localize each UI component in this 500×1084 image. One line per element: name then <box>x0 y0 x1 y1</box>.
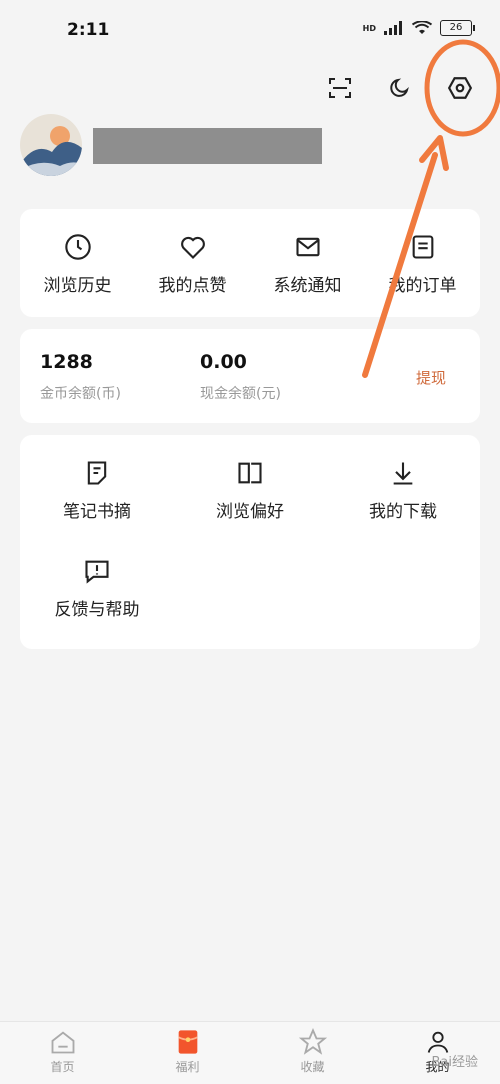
cash-value: 0.00 <box>200 351 247 373</box>
tool-downloads[interactable]: 我的下载 <box>328 459 478 522</box>
settings-hexagon-icon <box>447 77 473 99</box>
coins-label: 金币余额(币) <box>40 386 121 402</box>
tool-feedback[interactable]: 反馈与帮助 <box>22 557 172 620</box>
moon-icon <box>390 78 409 97</box>
quick-link-label: 我的点赞 <box>158 276 227 296</box>
cash-balance[interactable]: 0.00 现金余额(元) <box>200 351 281 403</box>
battery-indicator: 26 <box>440 20 475 36</box>
settings-button[interactable] <box>440 70 480 106</box>
quick-link-label: 浏览历史 <box>43 276 112 296</box>
scan-icon <box>329 78 351 98</box>
username-redacted <box>93 128 322 164</box>
tool-notes[interactable]: 笔记书摘 <box>22 459 172 522</box>
night-mode-button[interactable] <box>380 70 420 106</box>
note-icon <box>87 461 107 485</box>
signal-icon <box>384 21 402 35</box>
quick-link-label: 系统通知 <box>273 276 342 296</box>
status-time: 2:11 <box>67 20 110 40</box>
home-icon <box>51 1031 74 1054</box>
watermark: Bai经验 <box>431 1055 479 1070</box>
tab-home[interactable]: 首页 <box>0 1022 125 1084</box>
order-icon <box>412 235 433 259</box>
book-icon <box>238 462 262 484</box>
clock-icon <box>64 234 91 260</box>
tools-card: 笔记书摘 浏览偏好 我的下载 反馈与帮助 <box>20 435 480 649</box>
quick-link-label: 我的订单 <box>388 276 457 296</box>
scan-button[interactable] <box>320 70 360 106</box>
tab-label: 福利 <box>175 1060 200 1074</box>
quick-link-history[interactable]: 浏览历史 <box>20 209 135 317</box>
download-icon <box>393 462 413 485</box>
wallet-card: 1288 金币余额(币) 0.00 现金余额(元) 提现 <box>20 329 480 423</box>
status-icons: HD 26 <box>362 20 475 36</box>
quick-link-likes[interactable]: 我的点赞 <box>135 209 250 317</box>
status-bar: 2:11 HD 26 <box>0 0 500 60</box>
avatar-landscape-image <box>20 114 82 176</box>
tool-label: 浏览偏好 <box>216 502 284 522</box>
redpacket-icon <box>177 1030 198 1054</box>
quick-links-card: 浏览历史 我的点赞 系统通知 我的订单 <box>20 209 480 317</box>
quick-link-orders[interactable]: 我的订单 <box>365 209 480 317</box>
tool-label: 反馈与帮助 <box>54 600 140 620</box>
top-actions <box>320 70 480 106</box>
withdraw-button[interactable]: 提现 <box>416 367 446 388</box>
tool-label: 笔记书摘 <box>63 502 131 522</box>
quick-link-notifications[interactable]: 系统通知 <box>250 209 365 317</box>
tool-label: 我的下载 <box>369 502 437 522</box>
tool-preferences[interactable]: 浏览偏好 <box>175 459 325 522</box>
network-type: HD <box>362 23 376 33</box>
bottom-tab-bar: 首页 福利 收藏 我的 <box>0 1021 500 1084</box>
coins-balance[interactable]: 1288 金币余额(币) <box>40 351 121 403</box>
coins-value: 1288 <box>40 351 93 373</box>
mail-icon <box>295 237 320 257</box>
feedback-icon <box>85 560 109 584</box>
cash-label: 现金余额(元) <box>200 386 281 402</box>
star-icon <box>298 1028 327 1055</box>
tab-label: 收藏 <box>300 1060 325 1074</box>
wifi-icon <box>412 21 432 34</box>
avatar[interactable] <box>20 114 82 176</box>
heart-icon <box>180 236 205 259</box>
tab-label: 首页 <box>50 1060 75 1074</box>
profile-header[interactable] <box>20 114 480 176</box>
tab-welfare[interactable]: 福利 <box>125 1022 250 1084</box>
tab-favorites[interactable]: 收藏 <box>250 1022 375 1084</box>
